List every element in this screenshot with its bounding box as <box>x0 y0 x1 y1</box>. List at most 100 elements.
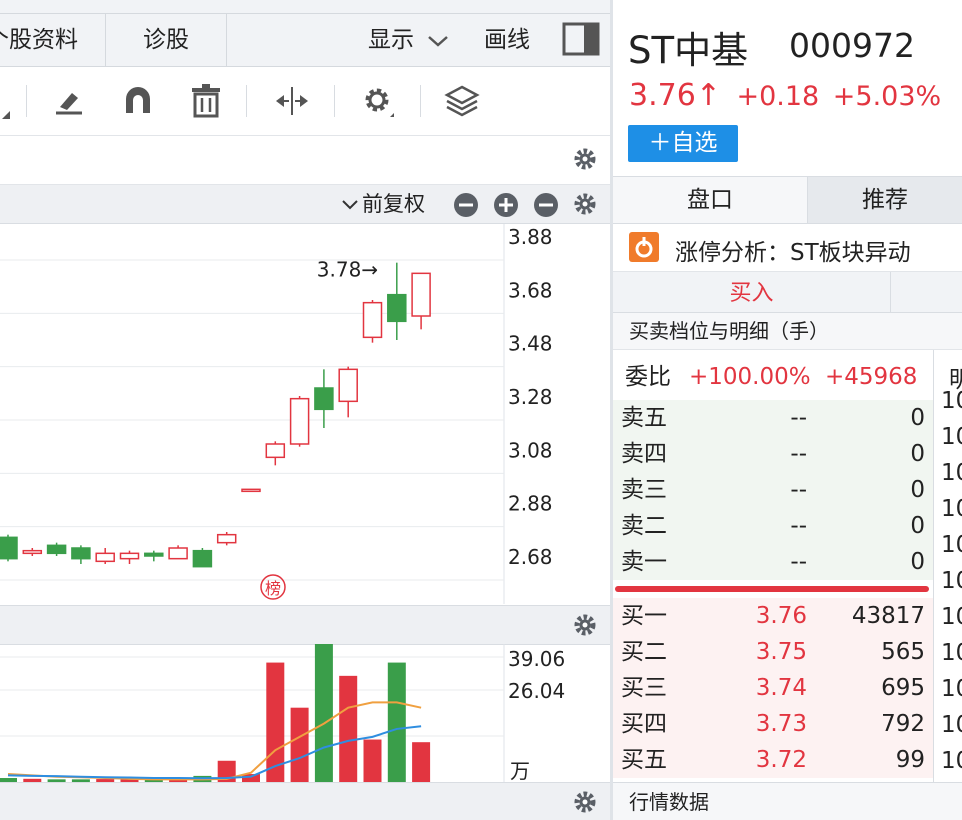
market-data-footer[interactable]: 行情数据 <box>613 782 962 820</box>
tab-buy[interactable]: 买入 <box>613 272 891 312</box>
y-tick-label: 3.08 <box>508 438 553 462</box>
level-volume: 0 <box>910 405 925 431</box>
magnet-icon[interactable] <box>120 83 156 119</box>
add-watchlist-button[interactable]: ＋自选 <box>628 125 738 162</box>
orderbook-title: 买卖档位与明细（手） <box>613 313 962 350</box>
level-label: 卖四 <box>621 441 667 467</box>
y-tick-label: 2.68 <box>508 545 553 569</box>
candle <box>192 548 213 568</box>
eraser-icon[interactable] <box>52 83 88 119</box>
tick-detail-item: 10 <box>941 496 962 522</box>
horizontal-resize-icon[interactable] <box>274 83 310 119</box>
y-tick-label: 3.28 <box>508 385 553 409</box>
ma10-line <box>7 725 422 780</box>
level-label: 买三 <box>621 675 667 701</box>
gear-icon[interactable] <box>572 191 598 217</box>
layers-icon[interactable] <box>444 83 480 119</box>
tick-detail-item: 10 <box>941 604 962 630</box>
level-volume: 695 <box>881 675 925 701</box>
level-price: -- <box>790 549 807 575</box>
volume-chart[interactable]: 39.06 26.04 万 <box>0 644 610 782</box>
volume-bar <box>387 662 406 782</box>
candle <box>71 545 91 564</box>
drawing-toolbar <box>0 67 610 136</box>
ma5-line <box>7 701 422 781</box>
last-price: 3.76↑ <box>629 78 721 113</box>
volume-tick-label: 26.04 <box>508 679 565 703</box>
panel-toggle-icon[interactable] <box>562 22 600 60</box>
tick-detail-item: 10 <box>941 532 962 558</box>
limit-up-alert[interactable]: 涨停分析：ST板块异动 <box>613 223 962 272</box>
gear-icon[interactable] <box>572 789 598 815</box>
adjust-dropdown[interactable]: 前复权 <box>342 189 425 219</box>
candle <box>265 441 286 466</box>
level-volume: 0 <box>910 441 925 467</box>
settings-gear-icon[interactable] <box>360 83 396 119</box>
candle <box>168 545 188 560</box>
alert-icon <box>629 232 659 262</box>
tab-stock-profile[interactable]: 个股资料 <box>0 14 106 66</box>
level-volume: 99 <box>895 747 925 773</box>
candle <box>241 488 261 493</box>
stock-code: 000972 <box>789 26 915 65</box>
level-label: 卖二 <box>621 513 667 539</box>
ask-row[interactable]: 卖一 -- 0 <box>613 544 933 580</box>
ask-row[interactable]: 卖四 -- 0 <box>613 436 933 472</box>
ask-row[interactable]: 卖三 -- 0 <box>613 472 933 508</box>
gear-icon[interactable] <box>572 146 598 172</box>
tab-recommend[interactable]: 推荐 <box>808 177 962 223</box>
ratio-diff: +45968 <box>825 364 918 390</box>
bid-row[interactable]: 买四 3.73 792 <box>613 706 933 742</box>
price-change-pct: +5.03% <box>832 81 942 112</box>
stock-name: ST中基 <box>628 29 749 72</box>
alert-text: 涨停分析：ST板块异动 <box>675 240 911 266</box>
level-price: -- <box>790 405 807 431</box>
level-price: 3.73 <box>755 711 807 737</box>
ask-row[interactable]: 卖五 -- 0 <box>613 400 933 436</box>
candle <box>22 548 43 556</box>
tab-quote[interactable]: 盘口 <box>613 177 808 223</box>
volume-bar <box>412 742 431 782</box>
minus-circle-icon[interactable] <box>533 192 559 218</box>
bid-row[interactable]: 买五 3.72 99 <box>613 742 933 778</box>
tab-diagnose-label: 诊股 <box>143 27 189 53</box>
tick-detail-item: 10 <box>941 676 962 702</box>
price-line: 3.76↑ +0.18 +5.03% <box>629 78 941 113</box>
chevron-down-icon <box>428 35 449 47</box>
level-price: -- <box>790 441 807 467</box>
plus-circle-icon[interactable] <box>493 192 519 218</box>
level-price: -- <box>790 477 807 503</box>
bid-row[interactable]: 买三 3.74 695 <box>613 670 933 706</box>
level-volume: 0 <box>910 477 925 503</box>
y-tick-label: 3.68 <box>508 278 553 302</box>
ask-row[interactable]: 卖二 -- 0 <box>613 508 933 544</box>
bid-row[interactable]: 买一 3.76 43817 <box>613 598 933 634</box>
market-data-label: 行情数据 <box>629 790 709 814</box>
display-menu[interactable]: 显示 <box>368 14 449 66</box>
level-label: 卖三 <box>621 477 667 503</box>
tick-detail-item: 10 <box>941 640 962 666</box>
draw-line-button[interactable]: 画线 <box>484 14 530 66</box>
y-tick-label: 3.48 <box>508 332 553 356</box>
bid-row[interactable]: 买二 3.75 565 <box>613 634 933 670</box>
candle <box>411 272 431 330</box>
trash-icon[interactable] <box>188 83 224 119</box>
dropdown-corner-icon[interactable] <box>0 83 28 119</box>
ratio-label: 委比 <box>625 364 671 390</box>
tab-diagnose[interactable]: 诊股 <box>106 14 227 66</box>
level-label: 买二 <box>621 639 667 665</box>
volume-bar <box>339 675 358 782</box>
rank-badge[interactable]: 榜 <box>260 574 286 600</box>
chart-panel: 个股资料 诊股 显示 画线 前复权 3.883.683.483.283. <box>0 0 610 820</box>
level-price: 3.72 <box>755 747 807 773</box>
candle <box>144 550 164 562</box>
spread-divider <box>615 586 929 592</box>
kline-chart[interactable]: 3.88 3.68 3.48 3.28 3.08 2.88 2.68 3.78→ 榜 <box>0 224 610 604</box>
candle <box>314 369 334 428</box>
level-volume: 0 <box>910 513 925 539</box>
gear-icon[interactable] <box>572 612 598 638</box>
minus-circle-icon[interactable] <box>453 192 479 218</box>
volume-bar <box>314 644 333 782</box>
trade-tabs: 买入 <box>613 272 962 313</box>
level-volume: 0 <box>910 549 925 575</box>
